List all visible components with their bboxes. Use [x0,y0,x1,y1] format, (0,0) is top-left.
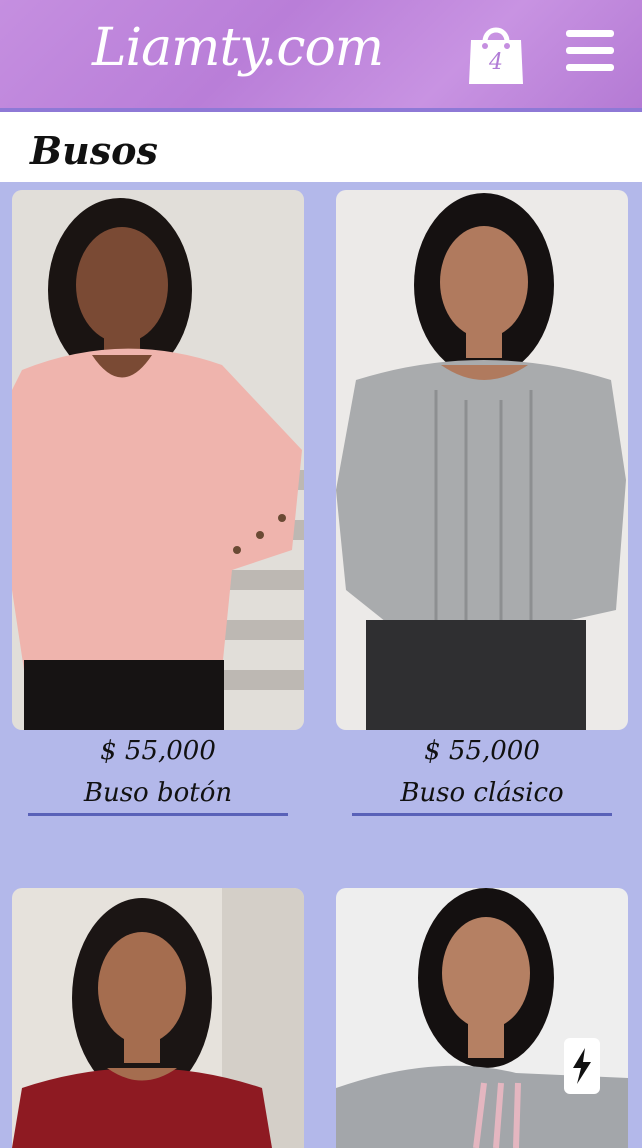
product-underline [352,813,612,816]
site-logo[interactable]: Liamty.com [92,18,384,78]
cart-button[interactable]: 4 [468,20,524,86]
product-underline [28,813,288,816]
lightning-bolt-icon [573,1048,591,1084]
product-image[interactable] [336,888,628,1148]
product-image[interactable] [336,190,628,730]
menu-button[interactable] [566,30,614,76]
cart-count-badge: 4 [489,50,503,75]
hamburger-menu-icon [566,30,614,71]
product-name[interactable]: Buso clásico [336,778,628,808]
product-price: $ 55,000 [100,736,216,766]
site-header: Liamty.com 4 [0,0,642,112]
product-price: $ 55,000 [424,736,540,766]
quick-action-button[interactable] [564,1038,600,1094]
section-title: Busos [30,128,158,173]
product-name[interactable]: Buso botón [12,778,304,808]
product-image[interactable] [12,888,304,1148]
product-image[interactable] [12,190,304,730]
